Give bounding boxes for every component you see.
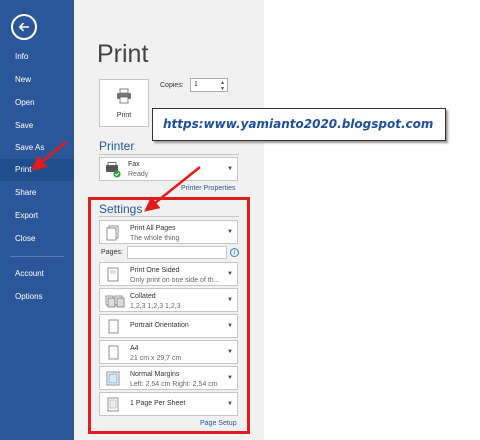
settings-highlight-frame	[88, 197, 250, 434]
printer-properties-link[interactable]: Printer Properties	[181, 185, 235, 192]
sidebar-item-close[interactable]: Close	[0, 228, 74, 250]
url-watermark-text: https:www.yamianto2020.blogspot.com	[163, 117, 434, 131]
sidebar-item-print[interactable]: Print	[0, 159, 74, 181]
printer-status: Ready	[128, 171, 149, 178]
chevron-down-icon: ▼	[227, 166, 233, 172]
sidebar-item-export[interactable]: Export	[0, 205, 74, 227]
sidebar-item-save[interactable]: Save	[0, 115, 74, 137]
sidebar-item-share[interactable]: Share	[0, 182, 74, 204]
print-button[interactable]: Print	[99, 79, 149, 127]
sidebar-item-save-as[interactable]: Save As	[0, 137, 74, 159]
printer-dropdown[interactable]: Fax Ready ▼	[99, 157, 238, 181]
sidebar-item-info[interactable]: Info	[0, 46, 74, 68]
spin-arrows-icon[interactable]: ▲ ▼	[220, 80, 225, 92]
sidebar-item-open[interactable]: Open	[0, 92, 74, 114]
print-button-label: Print	[116, 112, 132, 119]
copies-value: 1	[194, 81, 198, 88]
url-watermark-box: https:www.yamianto2020.blogspot.com	[152, 108, 446, 141]
sidebar-item-new[interactable]: New	[0, 69, 74, 91]
backstage-sidebar: Info New Open Save Save As Print Share E…	[0, 0, 74, 440]
section-divider	[99, 154, 239, 155]
printer-icon	[117, 88, 131, 104]
fax-printer-icon	[106, 162, 121, 178]
sidebar-item-account[interactable]: Account	[0, 263, 74, 285]
sidebar-divider	[10, 256, 64, 257]
page-title: Print	[97, 40, 149, 68]
copies-stepper[interactable]: 1 ▲ ▼	[190, 78, 228, 92]
printer-section-title: Printer	[99, 139, 135, 153]
copies-label: Copies:	[160, 82, 184, 89]
back-arrow-icon[interactable]	[11, 14, 37, 40]
printer-name: Fax	[128, 161, 140, 168]
sidebar-item-options[interactable]: Options	[0, 286, 74, 308]
